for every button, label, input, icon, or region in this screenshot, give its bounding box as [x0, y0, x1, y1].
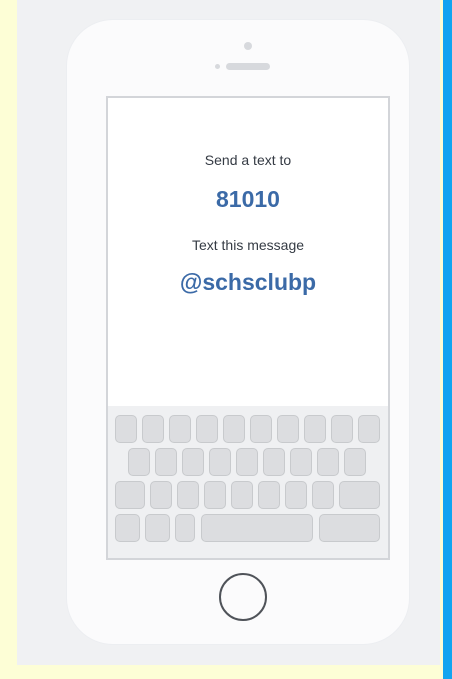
keyboard-key	[128, 448, 150, 476]
keyboard-key	[277, 415, 299, 443]
keyboard-key	[223, 415, 245, 443]
keyboard-key	[258, 481, 280, 509]
keyboard-key	[155, 448, 177, 476]
send-text-instruction: Send a text to	[204, 152, 292, 168]
phone-screen: Send a text to 81010 Text this message @…	[106, 96, 390, 560]
sensor-icon	[215, 64, 220, 69]
keyboard-key	[169, 415, 191, 443]
camera-icon	[244, 42, 252, 50]
speaker-icon	[226, 63, 270, 70]
keyboard-key	[142, 415, 164, 443]
keyboard-key	[317, 448, 339, 476]
space-key	[201, 514, 313, 542]
emoji-key	[145, 514, 170, 542]
phone-illustration: Send a text to 81010 Text this message @…	[67, 20, 409, 644]
keyboard-key	[196, 415, 218, 443]
keyboard-key	[312, 481, 334, 509]
keyboard-key	[177, 481, 199, 509]
keyboard-key	[231, 481, 253, 509]
keyboard-key	[236, 448, 258, 476]
keyboard-key	[150, 481, 172, 509]
keyboard-key	[344, 448, 366, 476]
keyboard-key	[115, 415, 137, 443]
numbers-key	[115, 514, 140, 542]
keyboard-key	[285, 481, 307, 509]
delete-key	[339, 481, 380, 509]
phone-number: 81010	[216, 186, 280, 212]
keyboard-key	[182, 448, 204, 476]
keyboard-key	[204, 481, 226, 509]
text-message-instruction: Text this message	[191, 237, 305, 253]
return-key	[319, 514, 380, 542]
keyboard-key	[250, 415, 272, 443]
keyboard-key	[358, 415, 380, 443]
accent-stripe	[443, 0, 452, 679]
keyboard-key	[304, 415, 326, 443]
message-code: @schsclubp	[179, 269, 317, 295]
home-button-icon	[219, 573, 267, 621]
mic-key	[175, 514, 195, 542]
keyboard-key	[331, 415, 353, 443]
keyboard-key	[209, 448, 231, 476]
keyboard-key	[263, 448, 285, 476]
keyboard	[108, 406, 388, 558]
illustration-panel: Send a text to 81010 Text this message @…	[17, 0, 440, 665]
shift-key	[115, 481, 145, 509]
keyboard-key	[290, 448, 312, 476]
